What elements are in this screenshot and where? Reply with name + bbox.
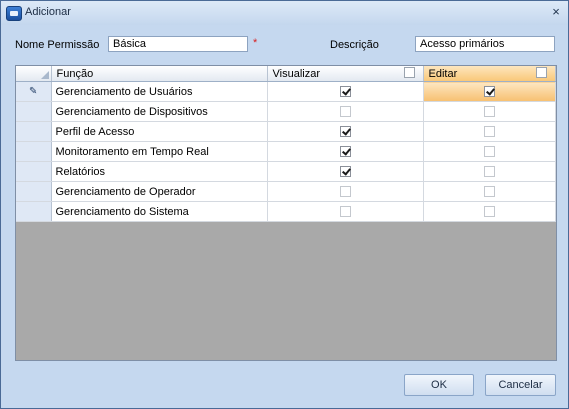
edit-cell[interactable]	[423, 81, 556, 102]
permission-name-label: Nome Permissão	[15, 39, 100, 51]
view-checkbox[interactable]	[339, 126, 351, 138]
table-row[interactable]: ✎ Gerenciamento de Usuários	[16, 81, 556, 102]
dialog-window: Adicionar × Nome Permissão * Descrição F…	[0, 0, 569, 409]
ok-button[interactable]: OK	[404, 374, 474, 396]
view-cell[interactable]	[267, 201, 424, 222]
edit-checkbox[interactable]	[483, 166, 495, 178]
function-name-cell: Gerenciamento do Sistema	[51, 201, 268, 222]
row-selector[interactable]	[16, 181, 52, 202]
edit-cell[interactable]	[423, 141, 556, 162]
column-header-function[interactable]: Função	[51, 66, 268, 82]
table-row[interactable]: Gerenciamento de Dispositivos	[16, 101, 556, 122]
edit-all-checkbox[interactable]	[535, 67, 547, 78]
column-header-view[interactable]: Visualizar	[267, 66, 424, 82]
select-all-icon	[40, 71, 49, 79]
view-all-checkbox[interactable]	[403, 67, 415, 78]
edit-cell[interactable]	[423, 161, 556, 182]
app-icon	[6, 6, 22, 21]
table-row[interactable]: Gerenciamento de Operador	[16, 181, 556, 202]
view-checkbox[interactable]	[339, 106, 351, 118]
edit-checkbox[interactable]	[483, 126, 495, 138]
permissions-table: Função Visualizar Editar ✎ Gerenciamento …	[16, 66, 556, 222]
function-name-cell: Gerenciamento de Dispositivos	[51, 101, 268, 122]
row-selector[interactable]	[16, 161, 52, 182]
function-name-cell: Perfil de Acesso	[51, 121, 268, 142]
table-row[interactable]: Monitoramento em Tempo Real	[16, 141, 556, 162]
row-selector[interactable]: ✎	[16, 81, 52, 102]
view-cell[interactable]	[267, 161, 424, 182]
cancel-button[interactable]: Cancelar	[485, 374, 556, 396]
row-selector[interactable]	[16, 121, 52, 142]
view-cell[interactable]	[267, 101, 424, 122]
required-marker: *	[253, 37, 258, 49]
function-name-cell: Monitoramento em Tempo Real	[51, 141, 268, 162]
edit-pencil-icon: ✎	[29, 86, 38, 97]
description-input[interactable]	[415, 36, 555, 52]
row-selector[interactable]	[16, 201, 52, 222]
edit-checkbox[interactable]	[483, 206, 495, 218]
grid-corner-header[interactable]	[16, 66, 52, 82]
edit-cell[interactable]	[423, 101, 556, 122]
edit-checkbox[interactable]	[483, 146, 495, 158]
row-selector[interactable]	[16, 141, 52, 162]
table-row[interactable]: Perfil de Acesso	[16, 121, 556, 142]
view-cell[interactable]	[267, 121, 424, 142]
column-header-edit[interactable]: Editar	[423, 66, 556, 82]
edit-checkbox[interactable]	[483, 86, 495, 98]
view-checkbox[interactable]	[339, 166, 351, 178]
function-name-cell: Relatórios	[51, 161, 268, 182]
view-checkbox[interactable]	[339, 146, 351, 158]
edit-checkbox[interactable]	[483, 106, 495, 118]
permission-name-input[interactable]	[108, 36, 248, 52]
table-row[interactable]: Gerenciamento do Sistema	[16, 201, 556, 222]
dialog-title: Adicionar	[25, 6, 71, 18]
view-cell[interactable]	[267, 181, 424, 202]
view-checkbox[interactable]	[339, 86, 351, 98]
table-row[interactable]: Relatórios	[16, 161, 556, 182]
edit-cell[interactable]	[423, 181, 556, 202]
view-cell[interactable]	[267, 141, 424, 162]
function-name-cell: Gerenciamento de Usuários	[51, 81, 268, 102]
title-bar[interactable]: Adicionar ×	[1, 1, 568, 25]
view-checkbox[interactable]	[339, 186, 351, 198]
edit-checkbox[interactable]	[483, 186, 495, 198]
close-icon[interactable]: ×	[548, 4, 564, 20]
view-checkbox[interactable]	[339, 206, 351, 218]
view-cell[interactable]	[267, 81, 424, 102]
edit-cell[interactable]	[423, 201, 556, 222]
permissions-grid: Função Visualizar Editar ✎ Gerenciamento …	[15, 65, 557, 361]
function-name-cell: Gerenciamento de Operador	[51, 181, 268, 202]
edit-cell[interactable]	[423, 121, 556, 142]
row-selector[interactable]	[16, 101, 52, 122]
description-label: Descrição	[330, 39, 379, 51]
